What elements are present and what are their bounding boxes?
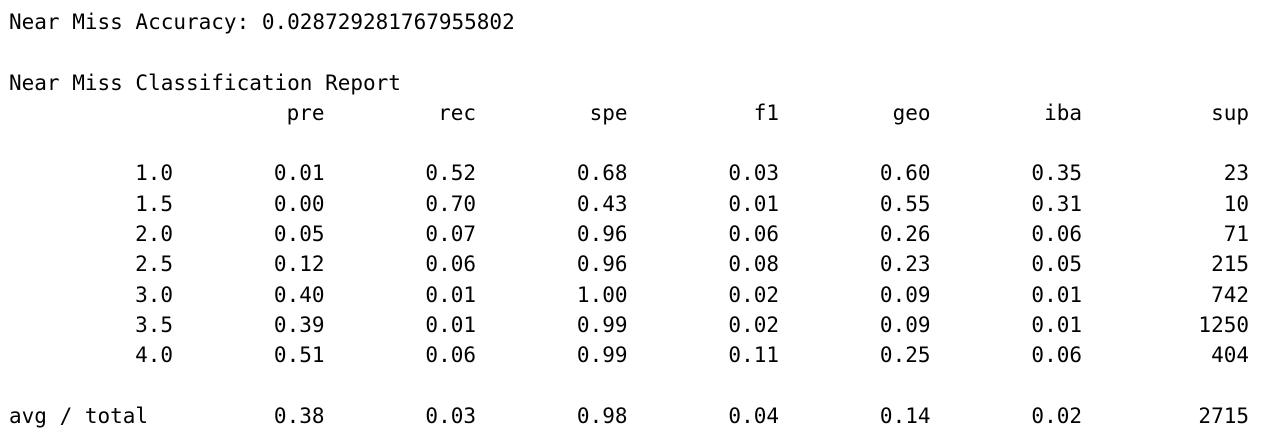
cell-geo: 0.25 (879, 343, 931, 368)
total-row: avg / total 0.38 0.03 0.98 0.04 0.14 0.0… (9, 401, 1249, 431)
total-iba: 0.02 (1031, 403, 1082, 428)
cell-rec: 0.01 (425, 282, 476, 307)
header-sup: sup (1211, 100, 1249, 125)
report-rows: 1.0 0.01 0.52 0.68 0.03 0.60 0.35 23 1.5 0.00 0.70… (9, 158, 1249, 370)
cell-sup: 71 (1223, 222, 1249, 247)
cell-pre: 0.51 (273, 343, 325, 368)
cell-geo: 0.09 (879, 282, 931, 307)
cell-f1: 0.01 (728, 191, 779, 216)
total-rec: 0.03 (425, 403, 476, 428)
cell-iba: 0.06 (1031, 343, 1082, 368)
row-class-label: 2.0 (135, 222, 173, 247)
cell-geo: 0.26 (879, 222, 931, 247)
cell-rec: 0.70 (425, 191, 476, 216)
total-label: avg / total (9, 403, 149, 428)
cell-pre: 0.05 (273, 222, 325, 247)
report-title: Near Miss Classification Report (9, 70, 401, 95)
cell-f1: 0.03 (728, 161, 779, 186)
cell-spe: 0.96 (576, 252, 628, 277)
cell-pre: 0.00 (273, 191, 325, 216)
cell-f1: 0.08 (728, 252, 779, 277)
cell-spe: 0.68 (576, 161, 628, 186)
row-class-label: 3.0 (135, 282, 173, 307)
report-row: 1.0 0.01 0.52 0.68 0.03 0.60 0.35 23 (9, 158, 1249, 188)
report-row: 4.0 0.51 0.06 0.99 0.11 0.25 0.06 404 (9, 340, 1249, 370)
cell-rec: 0.07 (425, 222, 476, 247)
report-row: 2.0 0.05 0.07 0.96 0.06 0.26 0.06 71 (9, 219, 1249, 249)
cell-iba: 0.35 (1031, 161, 1082, 186)
report-row: 3.0 0.40 0.01 1.00 0.02 0.09 0.01 742 (9, 280, 1249, 310)
header-pre: pre (286, 100, 325, 125)
cell-iba: 0.31 (1031, 191, 1082, 216)
row-class-label: 3.5 (135, 312, 173, 337)
report-row: 1.5 0.00 0.70 0.43 0.01 0.55 0.31 10 (9, 189, 1249, 219)
header-geo: geo (892, 100, 931, 125)
cell-sup: 404 (1211, 343, 1249, 368)
total-sup: 2715 (1198, 403, 1249, 428)
cell-geo: 0.09 (879, 312, 931, 337)
cell-geo: 0.55 (879, 191, 931, 216)
cell-sup: 742 (1211, 282, 1249, 307)
cell-geo: 0.60 (879, 161, 931, 186)
cell-pre: 0.40 (273, 282, 325, 307)
cell-spe: 0.43 (576, 191, 628, 216)
cell-spe: 0.99 (576, 312, 628, 337)
cell-spe: 0.96 (576, 222, 628, 247)
cell-geo: 0.23 (879, 252, 931, 277)
cell-sup: 10 (1223, 191, 1249, 216)
cell-rec: 0.06 (425, 252, 476, 277)
cell-iba: 0.01 (1031, 312, 1082, 337)
accuracy-line: Near Miss Accuracy: 0.028729281767955802 (9, 10, 515, 34)
total-spe: 0.98 (576, 403, 628, 428)
cell-pre: 0.12 (273, 252, 325, 277)
cell-pre: 0.39 (273, 312, 325, 337)
report-row: 3.5 0.39 0.01 0.99 0.02 0.09 0.01 1250 (9, 310, 1249, 340)
row-class-label: 4.0 (135, 343, 173, 368)
cell-iba: 0.01 (1031, 282, 1082, 307)
cell-iba: 0.06 (1031, 222, 1082, 247)
cell-sup: 1250 (1198, 312, 1249, 337)
cell-rec: 0.06 (425, 343, 476, 368)
cell-f1: 0.02 (728, 312, 779, 337)
cell-iba: 0.05 (1031, 252, 1082, 277)
header-rec: rec (438, 100, 476, 125)
cell-f1: 0.11 (728, 343, 779, 368)
header-spe: spe (589, 100, 628, 125)
total-geo: 0.14 (879, 403, 931, 428)
header-f1: f1 (753, 100, 779, 125)
cell-pre: 0.01 (273, 161, 325, 186)
cell-sup: 215 (1211, 252, 1249, 277)
cell-rec: 0.52 (425, 161, 476, 186)
row-class-label: 1.5 (135, 191, 173, 216)
classification-output: Near Miss Accuracy: 0.028729281767955802… (9, 7, 1249, 431)
cell-rec: 0.01 (425, 312, 476, 337)
cell-spe: 0.99 (576, 343, 628, 368)
total-f1: 0.04 (728, 403, 779, 428)
cell-spe: 1.00 (576, 282, 628, 307)
cell-sup: 23 (1223, 161, 1249, 186)
header-iba: iba (1044, 100, 1082, 125)
cell-f1: 0.02 (728, 282, 779, 307)
row-class-label: 2.5 (135, 252, 173, 277)
header-row: pre rec spe f1 geo iba sup (9, 98, 1249, 128)
cell-f1: 0.06 (728, 222, 779, 247)
report-row: 2.5 0.12 0.06 0.96 0.08 0.23 0.05 215 (9, 249, 1249, 279)
total-pre: 0.38 (273, 403, 325, 428)
row-class-label: 1.0 (135, 161, 173, 186)
